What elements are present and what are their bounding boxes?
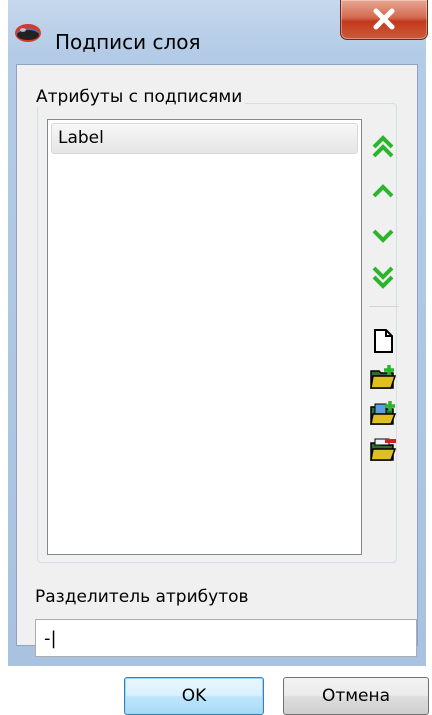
attributes-group-title: Атрибуты с подписями	[33, 87, 246, 107]
close-icon	[373, 8, 395, 30]
window-title: Подписи слоя	[55, 30, 201, 54]
folder-import-icon[interactable]	[369, 399, 397, 427]
move-to-top-icon[interactable]	[369, 133, 397, 161]
app-icon	[15, 24, 41, 42]
move-to-bottom-icon[interactable]	[369, 263, 397, 291]
move-up-icon[interactable]	[369, 177, 397, 205]
new-document-icon[interactable]	[369, 327, 397, 355]
cancel-button[interactable]: Отмена	[283, 677, 429, 715]
open-folder-add-icon[interactable]	[369, 363, 397, 391]
separator-input[interactable]	[35, 619, 417, 657]
separator-label: Разделитель атрибутов	[35, 587, 249, 607]
list-item[interactable]: Label	[51, 123, 358, 154]
window-left-edge	[0, 0, 8, 666]
close-button[interactable]	[340, 0, 428, 40]
toolbar-separator	[369, 306, 399, 307]
ok-button[interactable]: OK	[124, 677, 264, 715]
title-bar[interactable]: Подписи слоя	[0, 0, 432, 64]
move-down-icon[interactable]	[369, 221, 397, 249]
attributes-list[interactable]: Label	[47, 119, 362, 555]
folder-remove-icon[interactable]	[369, 435, 397, 463]
window-right-edge	[426, 0, 432, 666]
list-item-label: Label	[58, 128, 104, 148]
dialog-body: Атрибуты с подписями Label Разделитель а…	[16, 64, 429, 715]
